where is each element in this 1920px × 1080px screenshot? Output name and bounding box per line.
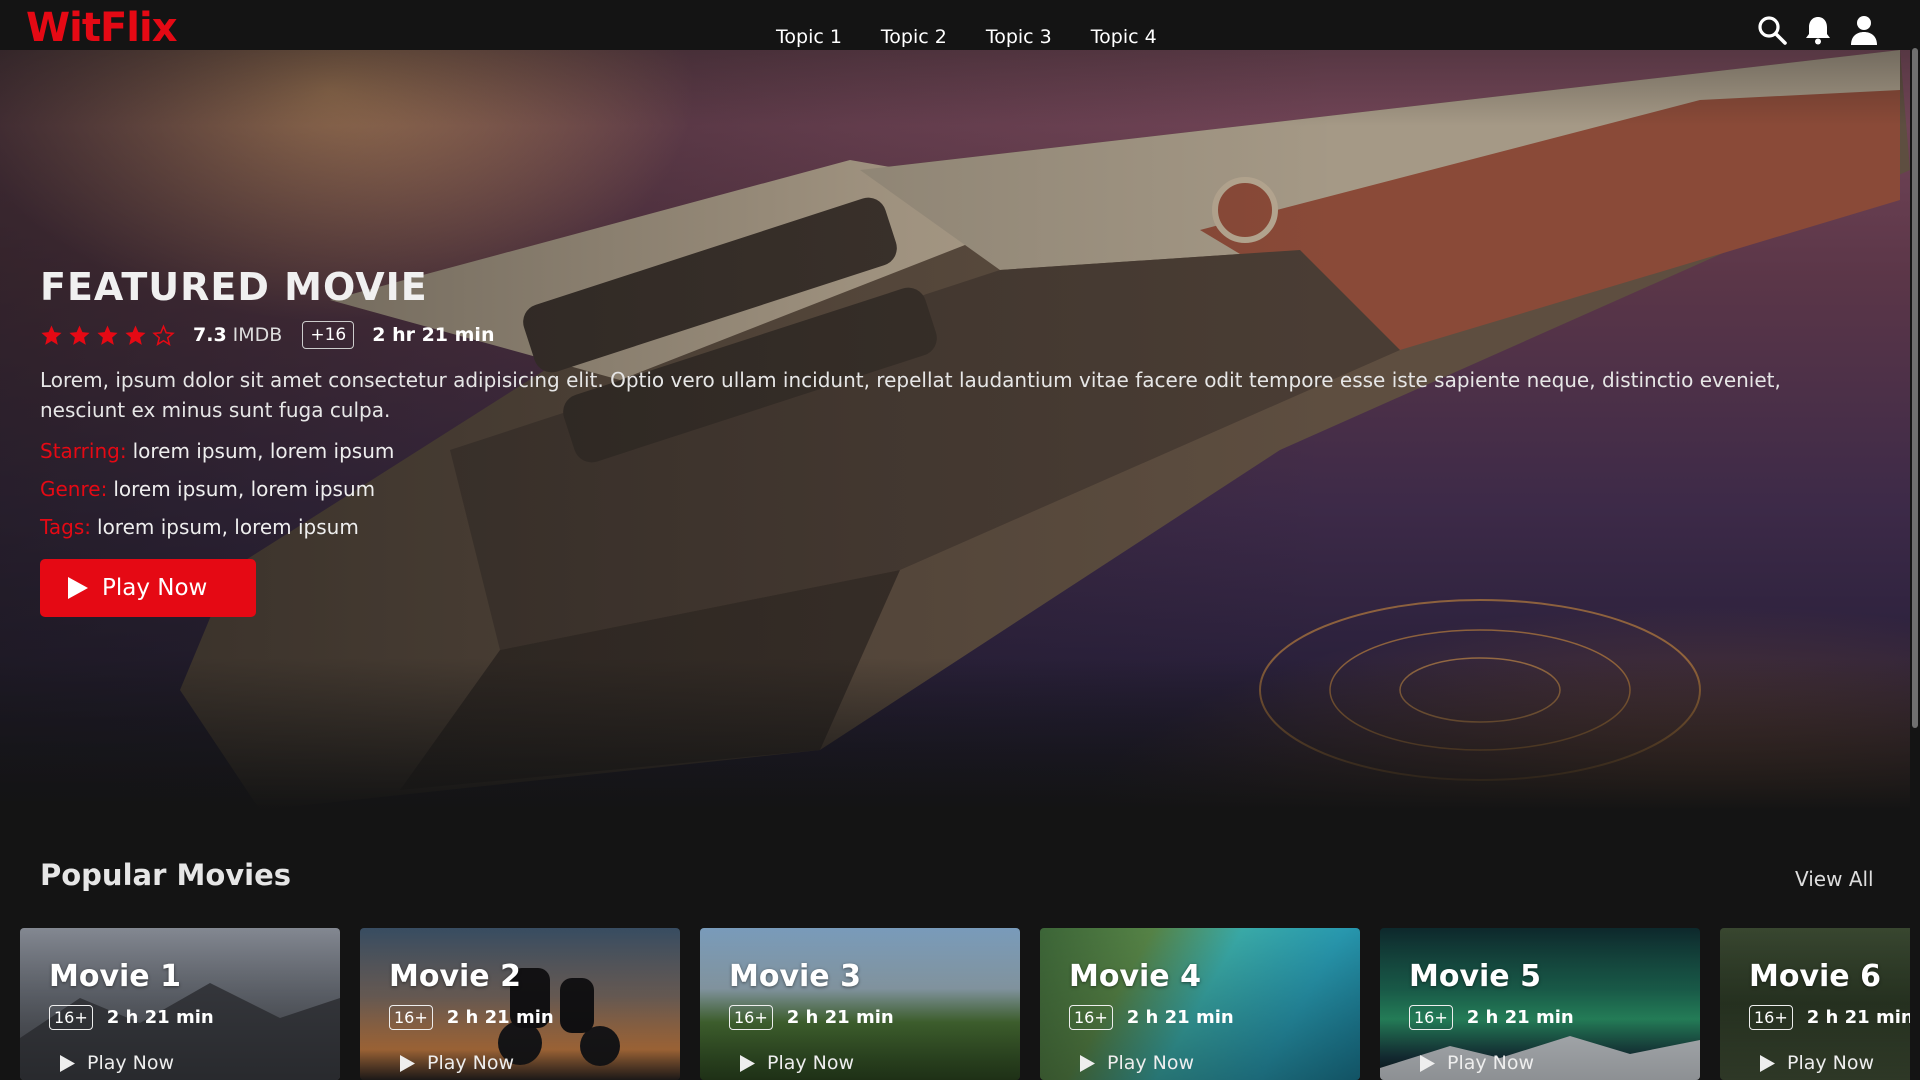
featured-meta: 7.3 IMDB +16 2 hr 21 min: [40, 321, 1860, 349]
star-filled-icon: [69, 324, 90, 345]
scrollbar-thumb[interactable]: [1912, 48, 1918, 728]
card-play-label: Play Now: [1107, 1052, 1195, 1074]
featured-description: Lorem, ipsum dolor sit amet consectetur …: [40, 368, 1781, 422]
view-all-link[interactable]: View All: [1795, 867, 1874, 891]
age-badge: 16+: [1749, 1005, 1793, 1030]
card-play-label: Play Now: [1447, 1052, 1535, 1074]
starring-value: lorem ipsum, lorem ipsum: [132, 439, 395, 463]
card-play-label: Play Now: [427, 1052, 515, 1074]
featured-title: FEATURED MOVIE: [40, 265, 428, 309]
movie-title: Movie 4: [1069, 959, 1201, 994]
page-scrollbar[interactable]: [1910, 0, 1920, 1080]
header-actions: [1756, 14, 1880, 46]
movie-duration: 2 h 21 min: [106, 1007, 214, 1028]
movie-card[interactable]: Movie 1 16+ 2 h 21 min Play Now: [20, 928, 340, 1080]
card-play-button[interactable]: Play Now: [400, 1052, 514, 1074]
brand-logo[interactable]: WitFlix: [26, 8, 177, 48]
movie-title: Movie 3: [729, 959, 861, 994]
play-icon: [1420, 1054, 1435, 1072]
movie-card[interactable]: Movie 5 16+ 2 h 21 min Play Now: [1380, 928, 1700, 1080]
card-play-button[interactable]: Play Now: [1080, 1052, 1194, 1074]
movie-meta: 16+ 2 h 21 min: [1409, 1005, 1574, 1030]
topic-nav: Topic 1 Topic 2 Topic 3 Topic 4: [776, 26, 1157, 48]
movie-title: Movie 6: [1749, 959, 1881, 994]
play-now-label: Play Now: [102, 575, 208, 601]
star-filled-icon: [125, 324, 146, 345]
play-icon: [60, 1054, 75, 1072]
card-play-label: Play Now: [1787, 1052, 1875, 1074]
search-icon[interactable]: [1756, 14, 1788, 46]
genre-label: Genre:: [40, 477, 108, 501]
movie-card[interactable]: Movie 3 16+ 2 h 21 min Play Now: [700, 928, 1020, 1080]
movie-title: Movie 2: [389, 959, 521, 994]
play-icon: [1080, 1054, 1095, 1072]
play-icon: [400, 1054, 415, 1072]
card-play-button[interactable]: Play Now: [740, 1052, 854, 1074]
tags-line: Tags: lorem ipsum, lorem ipsum: [40, 515, 1860, 539]
age-badge: 16+: [729, 1005, 773, 1030]
movie-duration: 2 h 21 min: [786, 1007, 894, 1028]
imdb-score: 7.3: [193, 324, 227, 346]
play-icon: [68, 577, 88, 599]
play-icon: [740, 1054, 755, 1072]
card-play-button[interactable]: Play Now: [1420, 1052, 1534, 1074]
featured-hero: FEATURED MOVIE 7.3 IMDB +16 2 hr 21 min …: [0, 50, 1910, 810]
top-navigation-bar: WitFlix Topic 1 Topic 2 Topic 3 Topic 4: [0, 0, 1910, 50]
star-filled-icon: [41, 324, 62, 345]
tags-label: Tags:: [40, 515, 92, 539]
play-icon: [1760, 1054, 1775, 1072]
movie-duration: 2 h 21 min: [446, 1007, 554, 1028]
card-play-label: Play Now: [87, 1052, 175, 1074]
featured-duration: 2 hr 21 min: [372, 324, 495, 346]
play-now-button[interactable]: Play Now: [40, 559, 256, 617]
age-badge: 16+: [389, 1005, 433, 1030]
user-icon[interactable]: [1848, 14, 1880, 46]
imdb-label: IMDB: [232, 324, 283, 346]
nav-topic-2[interactable]: Topic 2: [881, 26, 947, 48]
movie-card[interactable]: Movie 2 16+ 2 h 21 min Play Now: [360, 928, 680, 1080]
movie-row: Movie 1 16+ 2 h 21 min Play Now Movie 2 …: [20, 928, 1910, 1080]
nav-topic-3[interactable]: Topic 3: [986, 26, 1052, 48]
starring-line: Starring: lorem ipsum, lorem ipsum: [40, 439, 1860, 463]
starring-label: Starring:: [40, 439, 127, 463]
movie-duration: 2 h 21 min: [1126, 1007, 1234, 1028]
card-play-label: Play Now: [767, 1052, 855, 1074]
genre-value: lorem ipsum, lorem ipsum: [113, 477, 376, 501]
movie-meta: 16+ 2 h 21 min: [729, 1005, 894, 1030]
age-badge: 16+: [49, 1005, 93, 1030]
movie-meta: 16+ 2 h 21 min: [389, 1005, 554, 1030]
nav-topic-4[interactable]: Topic 4: [1091, 26, 1157, 48]
age-badge: 16+: [1069, 1005, 1113, 1030]
age-rating-badge: +16: [302, 321, 355, 349]
movie-duration: 2 h 21 min: [1806, 1007, 1910, 1028]
movie-meta: 16+ 2 h 21 min: [49, 1005, 214, 1030]
popular-movies-heading: Popular Movies: [40, 858, 292, 892]
bell-icon[interactable]: [1802, 14, 1834, 46]
movie-meta: 16+ 2 h 21 min: [1749, 1005, 1910, 1030]
movie-duration: 2 h 21 min: [1466, 1007, 1574, 1028]
star-rating: [40, 323, 175, 347]
movie-meta: 16+ 2 h 21 min: [1069, 1005, 1234, 1030]
tags-value: lorem ipsum, lorem ipsum: [97, 515, 359, 539]
movie-title: Movie 5: [1409, 959, 1541, 994]
star-empty-icon: [152, 323, 175, 346]
movie-card[interactable]: Movie 4 16+ 2 h 21 min Play Now: [1040, 928, 1360, 1080]
movie-title: Movie 1: [49, 959, 181, 994]
card-play-button[interactable]: Play Now: [60, 1052, 174, 1074]
genre-line: Genre: lorem ipsum, lorem ipsum: [40, 477, 1860, 501]
hero-details: FEATURED MOVIE 7.3 IMDB +16 2 hr 21 min …: [40, 265, 1860, 617]
nav-topic-1[interactable]: Topic 1: [776, 26, 842, 48]
movie-card[interactable]: Movie 6 16+ 2 h 21 min Play Now: [1720, 928, 1910, 1080]
card-play-button[interactable]: Play Now: [1760, 1052, 1874, 1074]
star-filled-icon: [97, 324, 118, 345]
age-badge: 16+: [1409, 1005, 1453, 1030]
